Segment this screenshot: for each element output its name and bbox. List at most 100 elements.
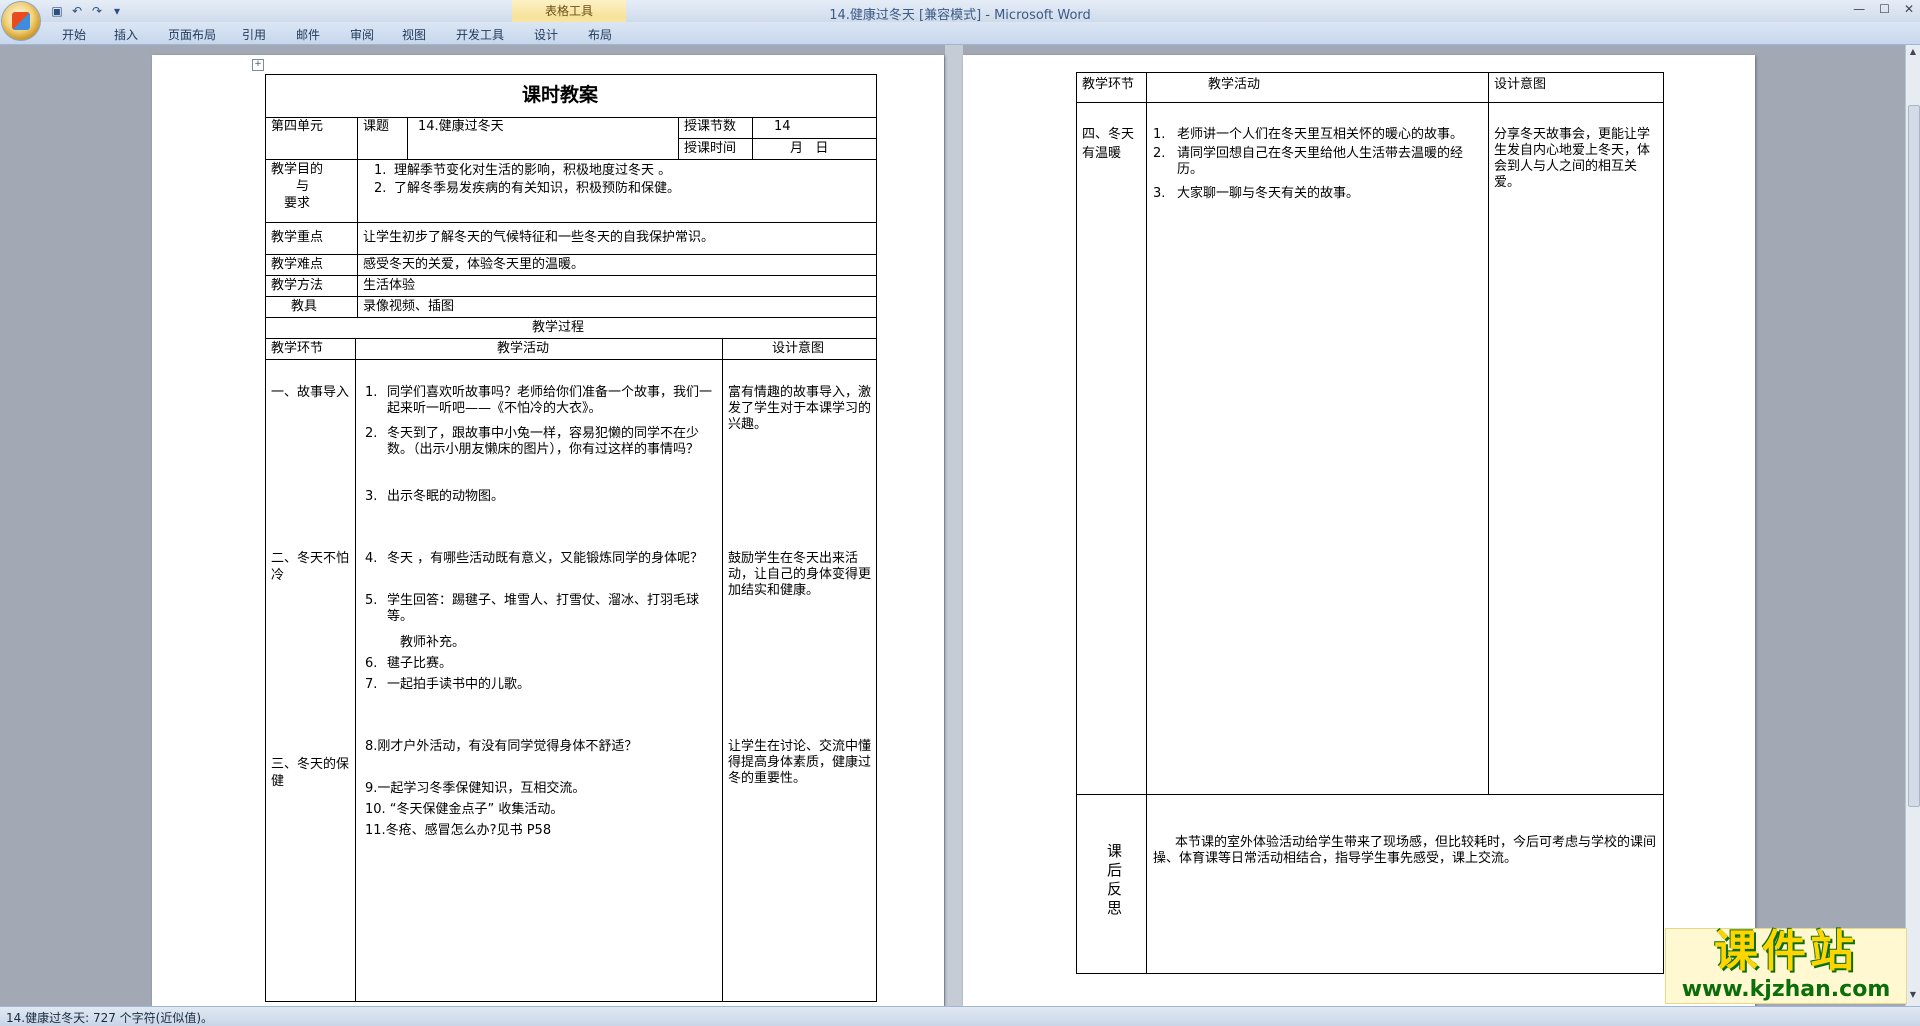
- activity-2: 冬天到了，跟故事中小兔一样，容易犯懒的同学不在少数。（出示小朋友懒床的图片），你…: [387, 426, 700, 457]
- activity-9: 9.一起学习冬季保健知识，互相交流。: [365, 781, 586, 796]
- office-logo-icon: [12, 12, 30, 30]
- goal-num-1: 1.: [374, 163, 387, 178]
- difficulty-value: 感受冬天的关爱，体验冬天里的温暖。: [363, 257, 585, 272]
- scroll-up-icon[interactable]: ▲: [1908, 47, 1918, 57]
- tab-design[interactable]: 设计: [534, 26, 558, 43]
- activity-num-6: 6.: [365, 656, 378, 671]
- tab-page-layout[interactable]: 页面布局: [168, 26, 216, 43]
- document-page-1: + 课时教案 第四单元 课题 14.健康过冬天 授课节数 14 授课时间 月 日…: [152, 55, 944, 1006]
- key-value: 让学生初步了解冬天的气候特征和一些冬天的自我保护常识。: [363, 230, 715, 245]
- goal-label-2: 与: [296, 179, 310, 194]
- reflect-label-3: 反: [1107, 880, 1123, 898]
- watermark-url: www.kjzhan.com: [1681, 977, 1891, 1002]
- lessons-label: 授课节数: [684, 119, 737, 134]
- tab-developer[interactable]: 开发工具: [456, 26, 504, 43]
- unit-label: 第四单元: [271, 119, 324, 134]
- tools-label: 教具: [291, 299, 318, 314]
- method-value: 生活体验: [363, 278, 416, 293]
- stage-3-line1: 三、冬天的保: [271, 757, 350, 772]
- stage-4-line1: 四、冬天: [1082, 127, 1135, 142]
- tab-references[interactable]: 引用: [242, 26, 266, 43]
- stage-1: 一、故事导入: [271, 385, 350, 400]
- reflection-text: 本节课的室外体验活动给学生带来了现场感，但比较耗时，今后可考虑与学校的课间操、体…: [1153, 835, 1657, 866]
- lessons-value: 14: [774, 119, 791, 134]
- reflect-label-4: 思: [1107, 899, 1123, 917]
- activity-7: 一起拍手读书中的儿歌。: [387, 677, 531, 692]
- process-label: 教学过程: [532, 320, 585, 335]
- activity-5: 学生回答：踢毽子、堆雪人、打雪仗、溜冰、打羽毛球等。: [387, 593, 700, 624]
- scroll-thumb[interactable]: [1908, 105, 1920, 807]
- table-move-handle-icon[interactable]: +: [252, 59, 264, 71]
- goal-item-1: 理解季节变化对生活的影响，积极地度过冬天 。: [394, 163, 672, 178]
- p2-col-intent-header: 设计意图: [1494, 77, 1547, 92]
- goal-num-2: 2.: [374, 181, 387, 196]
- window-title: 14.健康过冬天 [兼容模式] - Microsoft Word: [829, 8, 1091, 23]
- tab-review[interactable]: 审阅: [350, 26, 374, 43]
- maximize-icon[interactable]: ☐: [1879, 2, 1890, 16]
- time-value: 月 日: [790, 141, 829, 156]
- tab-mailings[interactable]: 邮件: [296, 26, 320, 43]
- p2-activity-num-1: 1.: [1153, 127, 1166, 142]
- activity-1: 同学们喜欢听故事吗？老师给你们准备一个故事，我们一起来听一听吧——《不怕冷的大衣…: [387, 385, 713, 416]
- intent-3: 让学生在讨论、交流中懂得提高身体素质，健康过冬的重要性。: [728, 739, 872, 786]
- p2-activity-1: 老师讲一个人们在冬天里互相关怀的暖心的故事。: [1177, 127, 1464, 142]
- page-gap: [945, 45, 963, 1006]
- activity-num-2: 2.: [365, 426, 378, 441]
- tab-view[interactable]: 视图: [402, 26, 426, 43]
- site-watermark-logo: 课件站 www.kjzhan.com: [1665, 928, 1907, 1004]
- tools-value: 录像视频、插图: [363, 299, 455, 314]
- minimize-icon[interactable]: —: [1853, 2, 1865, 16]
- reflect-label-2: 后: [1107, 861, 1123, 879]
- goal-label-1: 教学目的: [271, 162, 324, 177]
- topic-value: 14.健康过冬天: [418, 119, 504, 134]
- close-icon[interactable]: ✕: [1904, 2, 1914, 16]
- activity-num-7: 7.: [365, 677, 378, 692]
- activity-3: 出示冬眠的动物图。: [387, 489, 505, 504]
- time-label: 授课时间: [684, 141, 737, 156]
- page-title: 课时教案: [522, 84, 599, 106]
- activity-num-4: 4.: [365, 551, 378, 566]
- intent-1: 富有情趣的故事导入，激发了学生对于本课学习的兴趣。: [728, 385, 872, 432]
- activity-8: 8.刚才户外活动，有没有同学觉得身体不舒适？: [365, 739, 638, 754]
- p2-col-stage-header: 教学环节: [1082, 77, 1135, 92]
- ribbon-tab-bar: 开始 插入 页面布局 引用 邮件 审阅 视图 开发工具 设计 布局: [0, 22, 1920, 45]
- goal-label-3: 要求: [284, 196, 311, 211]
- topic-label: 课题: [363, 119, 390, 134]
- p2-activity-num-2: 2.: [1153, 146, 1166, 161]
- tab-layout[interactable]: 布局: [588, 26, 612, 43]
- activity-num-1: 1.: [365, 385, 378, 400]
- stage-2-line1: 二、冬天不怕: [271, 551, 350, 566]
- document-info: 14.健康过冬天: 727 个字符(近似值)。: [6, 1011, 214, 1025]
- intent-2: 鼓励学生在冬天出来活动，让自己的身体变得更加结实和健康。: [728, 551, 872, 598]
- key-label: 教学重点: [271, 230, 324, 245]
- scroll-down-icon[interactable]: ▼: [1908, 990, 1918, 1000]
- activity-10: 10. “冬天保健金点子” 收集活动。: [365, 802, 564, 817]
- tab-insert[interactable]: 插入: [114, 26, 138, 43]
- activity-5-note: 教师补充。: [400, 635, 466, 650]
- activity-num-5: 5.: [365, 593, 378, 608]
- p2-col-activity-header: 教学活动: [1208, 77, 1261, 92]
- difficulty-label: 教学难点: [271, 257, 324, 272]
- p2-activity-3: 大家聊一聊与冬天有关的故事。: [1177, 186, 1360, 201]
- activity-6: 毽子比赛。: [387, 656, 453, 671]
- document-page-2: 教学环节 教学活动 设计意图 四、冬天 有温暖 1. 老师讲一个人们在冬天里互相…: [963, 55, 1755, 1006]
- stage-2-line2: 冷: [271, 568, 285, 583]
- window-controls: — ☐ ✕: [1853, 2, 1914, 16]
- method-label: 教学方法: [271, 278, 324, 293]
- goal-item-2: 了解冬季易发疾病的有关知识，积极预防和保健。: [394, 181, 681, 196]
- watermark-title: 课件站: [1714, 926, 1858, 977]
- intent-4: 分享冬天故事会，更能让学生发自内心地爱上冬天，体会到人与人之间的相互关爱。: [1494, 127, 1651, 190]
- p2-activity-num-3: 3.: [1153, 186, 1166, 201]
- office-button[interactable]: [2, 2, 40, 40]
- activity-4: 冬天 ，有哪些活动既有意义，又能锻炼同学的身体呢？: [387, 551, 704, 566]
- col-activity-header: 教学活动: [497, 341, 550, 356]
- tab-home[interactable]: 开始: [62, 26, 86, 43]
- table-tools-label: 表格工具: [544, 4, 593, 18]
- status-bar: 14.健康过冬天: 727 个字符(近似值)。: [0, 1006, 1920, 1026]
- reflect-label-1: 课: [1107, 842, 1123, 860]
- col-intent-header: 设计意图: [772, 341, 825, 356]
- col-stage-header: 教学环节: [271, 341, 324, 356]
- activity-num-3: 3.: [365, 489, 378, 504]
- vertical-scrollbar[interactable]: ▲ ▼: [1905, 45, 1920, 1006]
- activity-11: 11.冬疮、感冒怎么办?见书 P58: [365, 823, 552, 838]
